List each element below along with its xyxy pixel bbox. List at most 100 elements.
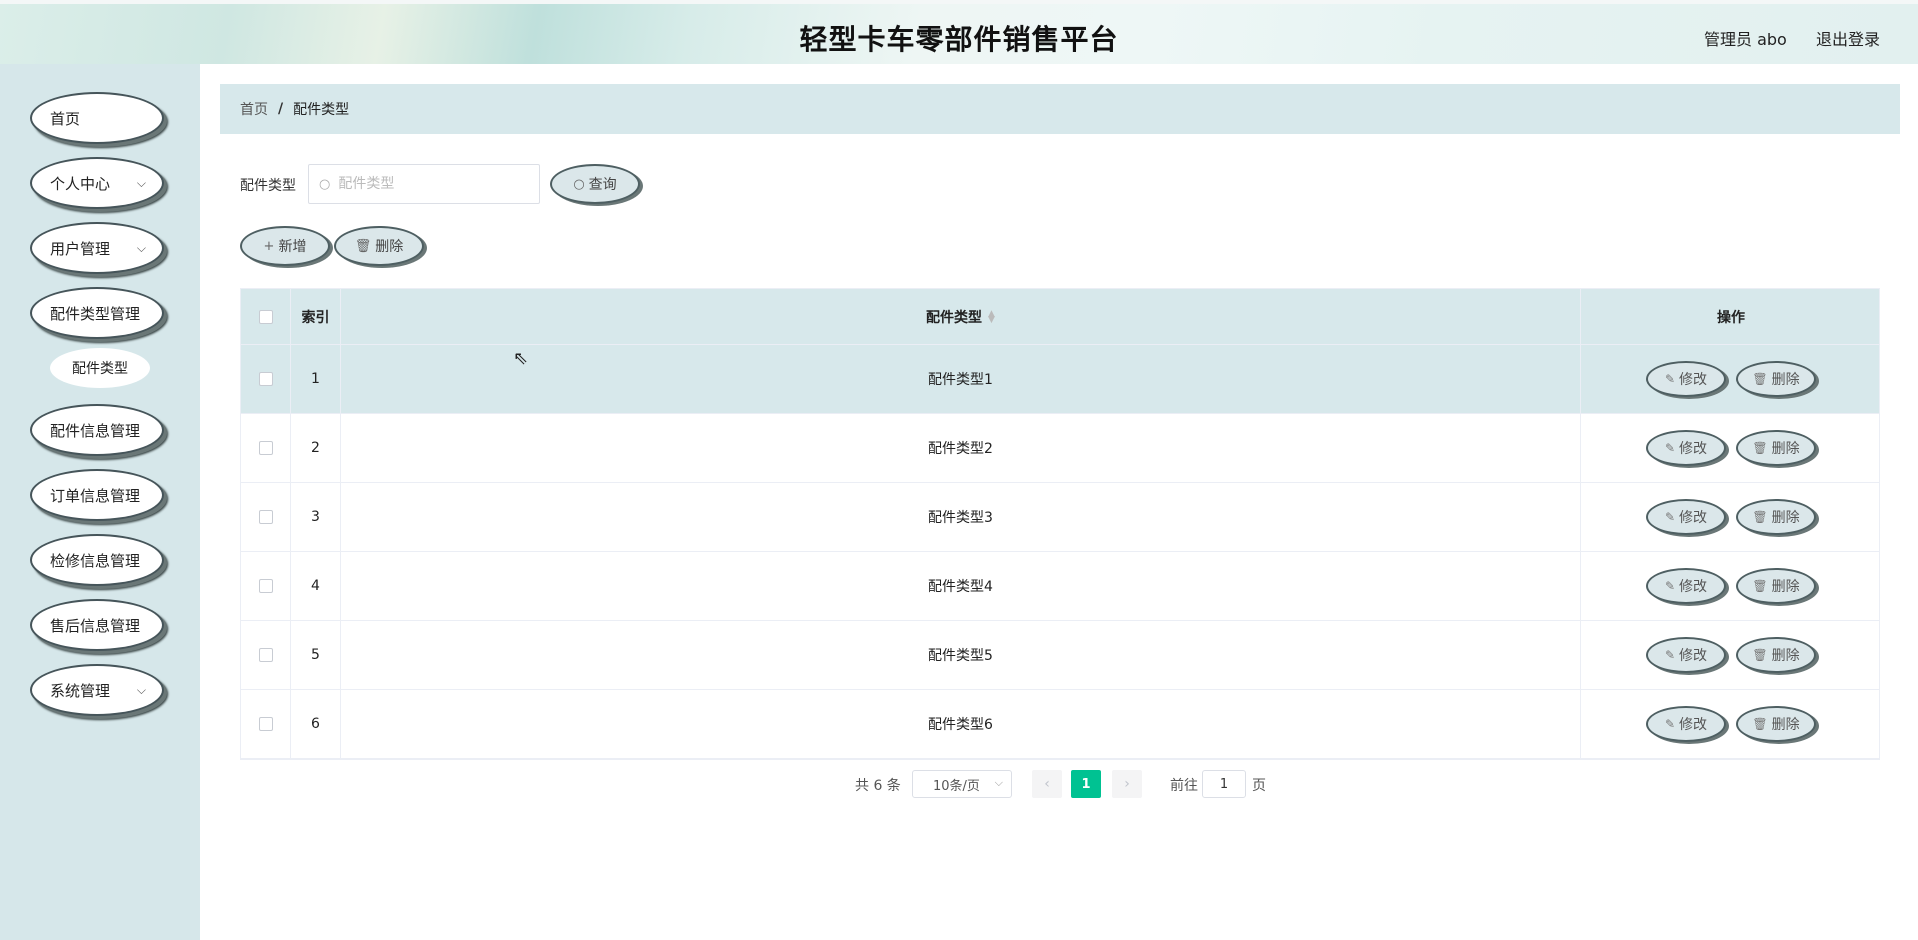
edit-button[interactable]: ✎ 修改 [1646,568,1726,604]
breadcrumb-current: 配件类型 [293,102,350,118]
chevron-left-icon: ‹ [1044,776,1050,792]
delete-button[interactable]: 🗑 删除 [1736,637,1816,673]
select-all-cell [241,289,291,344]
sidebar-item-repair-management[interactable]: 检修信息管理 [30,534,164,586]
column-header-ops: 操作 [1717,309,1745,326]
delete-button-label: 删除 [1771,648,1800,664]
chevron-down-icon: ⌵ [136,683,146,697]
row-actions: ✎ 修改 🗑 删除 [1581,483,1881,551]
pencil-icon: ✎ [1664,717,1676,731]
sidebar-item-after-sales-management[interactable]: 售后信息管理 [30,599,164,651]
row-checkbox[interactable] [258,441,273,455]
sidebar-item-system-management[interactable]: 系统管理 ⌵ [30,664,164,716]
trash-icon: 🗑 [1752,441,1768,455]
logout-link[interactable]: 退出登录 [1816,26,1880,50]
row-actions: ✎ 修改 🗑 删除 [1581,552,1881,620]
row-actions: ✎ 修改 🗑 删除 [1581,345,1881,413]
page-size-value: 10条/页 [933,778,980,794]
edit-button[interactable]: ✎ 修改 [1646,499,1726,535]
pagination-goto-label: 前往 [1170,778,1198,794]
next-page-button[interactable]: › [1112,770,1142,798]
delete-button[interactable]: 🗑 删除 [1736,706,1816,742]
sidebar: 首页 个人中心 ⌵ 用户管理 ⌵ 配件类型管理 配件类型 配件信息管理 订单信息… [0,64,200,940]
sidebar-item-label: 首页 [50,109,81,128]
table-header-row: 索引 配件类型 ▲ ▼ 操作 [241,289,1879,345]
select-all-checkbox[interactable] [258,309,273,324]
sidebar-item-part-info-management[interactable]: 配件信息管理 [30,404,164,456]
row-checkbox[interactable] [258,648,273,662]
sidebar-item-home[interactable]: 首页 [30,92,164,144]
delete-button-label: 删除 [1771,579,1800,595]
sidebar-item-label: 售后信息管理 [50,616,141,635]
page-jump-input[interactable] [1202,770,1246,798]
top-header: 轻型卡车零部件销售平台 管理员 abo 退出登录 [0,0,1918,64]
sidebar-item-part-type-management[interactable]: 配件类型管理 [30,287,164,339]
edit-button-label: 修改 [1679,579,1708,595]
column-header-index: 索引 [291,289,341,344]
plus-icon: + [263,238,275,254]
delete-button[interactable]: 🗑 删除 [1736,361,1816,397]
trash-icon: 🗑 [354,238,372,254]
add-button-label: 新增 [278,239,307,255]
sidebar-item-label: 个人中心 [50,174,111,193]
chevron-down-icon: ⌵ [136,176,146,190]
row-actions: ✎ 修改 🗑 删除 [1581,690,1881,758]
column-header-type[interactable]: 配件类型 ▲ ▼ [341,289,1581,344]
breadcrumb-home[interactable]: 首页 [240,99,268,119]
add-button[interactable]: + 新增 [240,226,330,266]
sidebar-item-personal-center[interactable]: 个人中心 ⌵ [30,157,164,209]
column-header-type-label: 配件类型 [926,309,983,326]
row-index: 3 [291,483,341,551]
row-index: 5 [291,621,341,689]
search-icon: ○ [573,176,585,192]
delete-button[interactable]: 🗑 删除 [1736,430,1816,466]
row-checkbox[interactable] [258,510,273,524]
sidebar-item-label: 配件类型管理 [50,304,141,323]
batch-delete-button[interactable]: 🗑 删除 [334,226,424,266]
row-checkbox-cell [241,621,291,689]
sort-icon[interactable]: ▲ ▼ [988,309,995,324]
table-row[interactable]: 6 配件类型6 ✎ 修改 🗑 删除 [241,690,1879,759]
delete-button[interactable]: 🗑 删除 [1736,499,1816,535]
edit-button-label: 修改 [1679,441,1708,457]
edit-button[interactable]: ✎ 修改 [1646,706,1726,742]
row-checkbox[interactable] [258,717,273,731]
row-checkbox[interactable] [258,372,273,386]
row-index: 1 [291,345,341,413]
edit-button[interactable]: ✎ 修改 [1646,430,1726,466]
row-type: 配件类型3 [341,483,1581,551]
search-label: 配件类型 [240,178,296,194]
chevron-right-icon: › [1124,776,1130,792]
search-field[interactable]: ○ [308,164,540,204]
trash-icon: 🗑 [1752,717,1768,731]
delete-button[interactable]: 🗑 删除 [1736,568,1816,604]
pencil-icon: ✎ [1664,510,1676,524]
table-row[interactable]: 1 配件类型1 ✎ 修改 🗑 删除 [241,345,1879,414]
row-checkbox[interactable] [258,579,273,593]
table-row[interactable]: 3 配件类型3 ✎ 修改 🗑 删除 [241,483,1879,552]
sidebar-item-label: 配件信息管理 [50,421,141,440]
page-number-current[interactable]: 1 [1071,770,1101,798]
row-index: 2 [291,414,341,482]
row-index: 4 [291,552,341,620]
search-input[interactable] [336,175,517,193]
edit-button[interactable]: ✎ 修改 [1646,361,1726,397]
sidebar-subitem-part-type[interactable]: 配件类型 [50,348,150,388]
table-row[interactable]: 2 配件类型2 ✎ 修改 🗑 删除 [241,414,1879,483]
page-size-select[interactable]: 10条/页 ⌵ [912,770,1012,798]
sidebar-item-user-management[interactable]: 用户管理 ⌵ [30,222,164,274]
sidebar-item-order-management[interactable]: 订单信息管理 [30,469,164,521]
edit-button[interactable]: ✎ 修改 [1646,637,1726,673]
table-row[interactable]: 5 配件类型5 ✎ 修改 🗑 删除 [241,621,1879,690]
mouse-cursor-icon: ⇖ [513,348,529,369]
query-button[interactable]: ○ 查询 [550,164,640,204]
edit-button-label: 修改 [1679,648,1708,664]
prev-page-button[interactable]: ‹ [1032,770,1062,798]
pencil-icon: ✎ [1664,372,1676,386]
table-row[interactable]: 4 配件类型4 ✎ 修改 🗑 删除 [241,552,1879,621]
row-type: 配件类型5 [341,621,1581,689]
trash-icon: 🗑 [1752,579,1768,593]
row-checkbox-cell [241,552,291,620]
pagination-total: 共 6 条 [855,778,901,794]
row-index: 6 [291,690,341,758]
